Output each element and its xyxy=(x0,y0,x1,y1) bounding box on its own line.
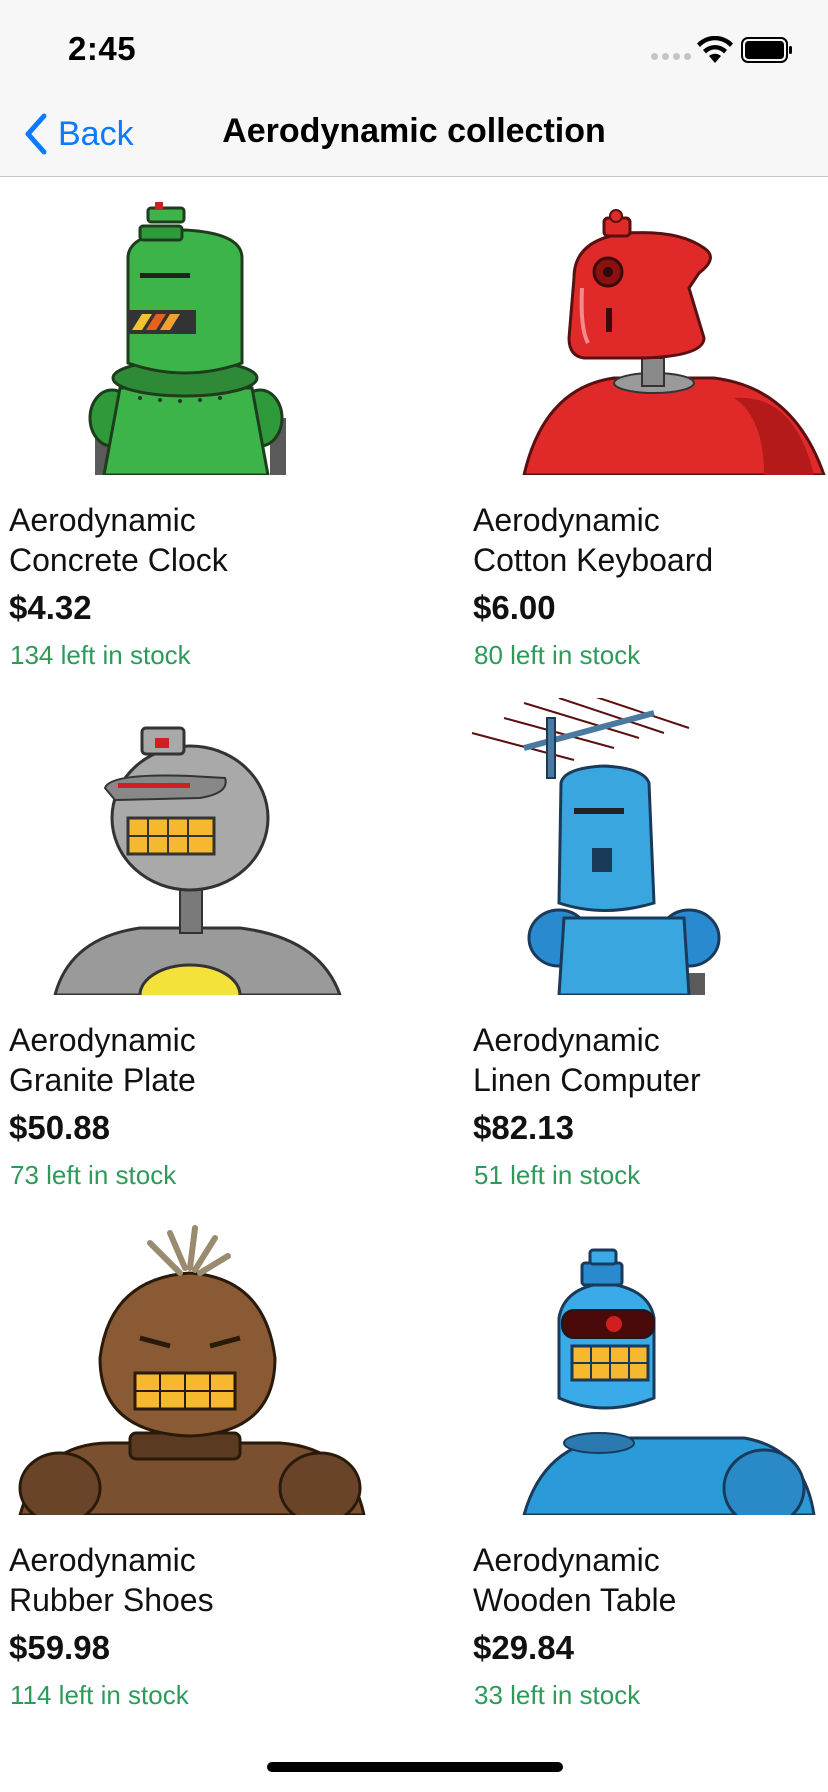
home-indicator[interactable] xyxy=(267,1762,563,1772)
product-price: $29.84 xyxy=(473,1629,574,1666)
product-name: Aerodynamic Linen Computer xyxy=(473,1022,701,1098)
product-stock: 80 left in stock xyxy=(474,640,641,670)
product-name: Aerodynamic Rubber Shoes xyxy=(9,1542,214,1618)
product-price: $50.88 xyxy=(9,1109,110,1146)
navigation-bar: Back Aerodynamic collection xyxy=(0,94,828,177)
product-image-gray-robot xyxy=(0,698,400,995)
product-card[interactable]: Aerodynamic Wooden Table $29.84 33 left i… xyxy=(464,1218,828,1718)
product-card[interactable]: Aerodynamic Linen Computer $82.13 51 left… xyxy=(464,698,828,1198)
cellular-signal-icon xyxy=(651,53,691,60)
product-name: Aerodynamic Cotton Keyboard xyxy=(473,502,714,578)
product-price: $59.98 xyxy=(9,1629,110,1666)
status-bar: 2:45 xyxy=(0,0,828,94)
product-price: $4.32 xyxy=(9,589,92,626)
product-stock: 114 left in stock xyxy=(10,1680,189,1710)
product-card[interactable]: Aerodynamic Cotton Keyboard $6.00 80 left… xyxy=(464,178,828,678)
wifi-icon xyxy=(697,36,733,63)
product-image-brown-robot xyxy=(0,1218,400,1515)
product-name: Aerodynamic Wooden Table xyxy=(473,1542,677,1618)
product-card[interactable]: Aerodynamic Concrete Clock $4.32 134 left… xyxy=(0,178,400,678)
product-name: Aerodynamic Granite Plate xyxy=(9,1022,196,1098)
product-image-red-robot xyxy=(464,178,828,475)
product-card[interactable]: Aerodynamic Rubber Shoes $59.98 114 left … xyxy=(0,1218,400,1718)
product-stock: 33 left in stock xyxy=(474,1680,641,1710)
product-price: $82.13 xyxy=(473,1109,574,1146)
product-name: Aerodynamic Concrete Clock xyxy=(9,502,228,578)
product-stock: 134 left in stock xyxy=(10,640,191,670)
product-image-green-robot xyxy=(0,178,400,475)
product-card[interactable]: Aerodynamic Granite Plate $50.88 73 left … xyxy=(0,698,400,1198)
product-stock: 73 left in stock xyxy=(10,1160,177,1190)
page-title: Aerodynamic collection xyxy=(222,112,606,150)
product-stock: 51 left in stock xyxy=(474,1160,641,1190)
product-image-blue-robot xyxy=(464,1218,828,1515)
product-price: $6.00 xyxy=(473,589,556,626)
status-time: 2:45 xyxy=(68,30,137,67)
product-image-blue-antenna-robot xyxy=(464,698,828,995)
battery-icon xyxy=(741,37,792,63)
